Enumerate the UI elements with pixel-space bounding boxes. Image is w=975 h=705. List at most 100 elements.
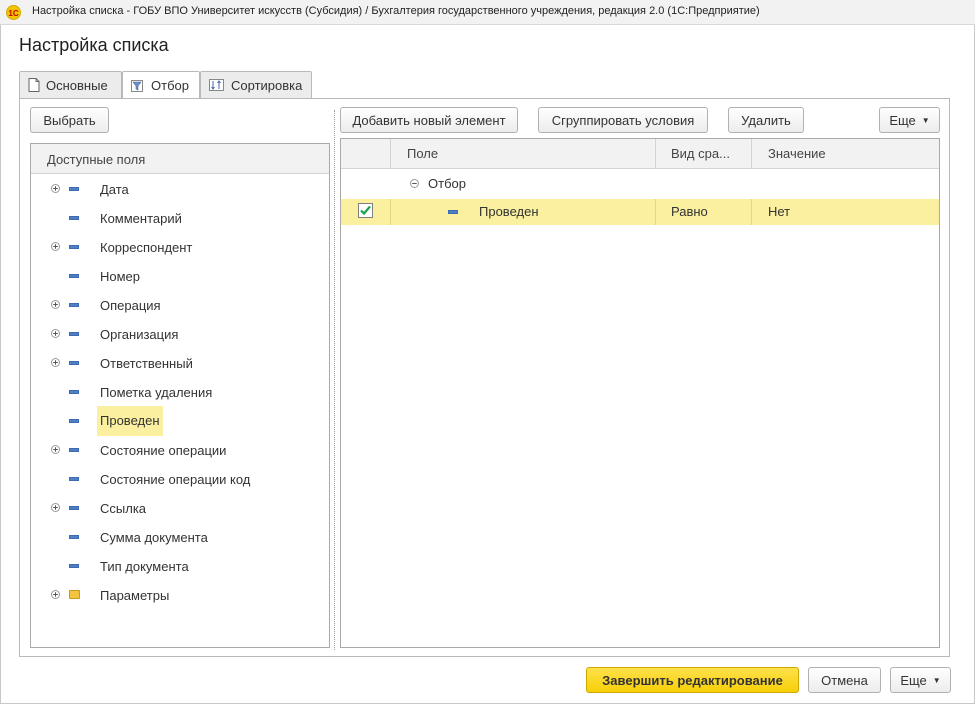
list-item-label: Параметры [100,588,170,603]
list-item-label: Ответственный [100,356,193,371]
list-item[interactable]: Ответственный [31,349,329,378]
available-fields-list[interactable]: Доступные поля Дата Комментарий Корреспонд… [30,143,330,648]
field-icon [69,361,79,365]
list-item[interactable]: Корреспондент [31,233,329,262]
expand-icon[interactable] [51,445,60,454]
expand-icon[interactable] [51,184,60,193]
list-item-label: Сумма документа [100,530,208,545]
field-icon [69,187,79,191]
list-item[interactable]: Ссылка [31,494,329,523]
list-item[interactable]: Проведен [31,406,329,436]
folder-icon [69,590,80,599]
row-value[interactable]: Нет [768,204,790,219]
filter-table-header: Поле Вид сра... Значение [341,139,939,169]
list-item[interactable]: Состояние операции код [31,465,329,494]
field-icon [69,245,79,249]
expand-icon[interactable] [51,590,60,599]
list-item[interactable]: Сумма документа [31,523,329,552]
select-button[interactable]: Выбрать [30,107,109,133]
list-item[interactable]: Пометка удаления [31,378,329,407]
list-item-label: Тип документа [100,559,189,574]
footer-more-label: Еще [900,672,927,688]
column-header-comparison[interactable]: Вид сра... [671,146,730,161]
collapse-icon[interactable] [410,179,419,188]
add-element-button[interactable]: Добавить новый элемент [340,107,518,133]
field-icon [69,216,79,220]
expand-icon[interactable] [51,300,60,309]
finish-editing-button[interactable]: Завершить редактирование [586,667,799,693]
row-checkbox[interactable] [358,203,373,218]
list-item-label: Операция [100,298,161,313]
filter-group-label: Отбор [428,176,466,191]
window-title: Настройка списка - ГОБУ ВПО Университет … [32,5,760,17]
tab-filter[interactable]: Отбор [122,71,200,99]
document-icon [28,78,40,92]
tab-sort-label: Сортировка [231,77,303,93]
more-button[interactable]: Еще ▼ [879,107,940,133]
column-separator [655,139,656,168]
tab-sort[interactable]: Сортировка [200,71,312,98]
form-title: Настройка списка [19,35,169,55]
tab-filter-label: Отбор [151,78,189,93]
more-button-label: Еще [889,112,916,128]
sort-icon [209,79,224,91]
field-icon [69,274,79,278]
app-logo-icon: 1C [6,5,21,20]
available-fields-header-label: Доступные поля [47,152,146,167]
list-item-label: Номер [100,269,141,284]
field-icon [448,210,458,214]
column-header-field[interactable]: Поле [407,146,438,161]
list-item[interactable]: Организация [31,320,329,349]
column-separator [390,139,391,168]
cell-separator [390,199,391,225]
field-icon [69,506,79,510]
list-item-label: Дата [100,182,129,197]
filter-table[interactable]: Поле Вид сра... Значение Отбор Проведен … [340,138,940,648]
list-item[interactable]: Состояние операции [31,436,329,465]
field-icon [69,332,79,336]
chevron-down-icon: ▼ [921,115,930,125]
panel-splitter[interactable] [334,110,336,650]
field-icon [69,419,79,423]
row-comparison[interactable]: Равно [671,204,708,219]
list-item[interactable]: Операция [31,291,329,320]
list-item-label: Комментарий [100,211,182,226]
tab-main[interactable]: Основные [19,71,122,98]
cancel-button[interactable]: Отмена [808,667,881,693]
expand-icon[interactable] [51,358,60,367]
list-item-label: Корреспондент [100,240,193,255]
field-icon [69,303,79,307]
row-field: Проведен [479,204,539,219]
list-item-label: Проведен [97,406,163,436]
delete-button[interactable]: Удалить [728,107,804,133]
filter-icon [131,79,143,92]
list-item[interactable]: Дата [31,175,329,204]
footer-more-button[interactable]: Еще ▼ [890,667,951,693]
list-item-label: Пометка удаления [100,385,213,400]
group-conditions-button[interactable]: Сгруппировать условия [538,107,708,133]
field-icon [69,390,79,394]
list-item[interactable]: Тип документа [31,552,329,581]
list-item-label: Состояние операции [100,443,227,458]
tab-main-label: Основные [46,77,108,93]
expand-icon[interactable] [51,329,60,338]
list-item[interactable]: Параметры [31,581,329,610]
title-bar: 1C Настройка списка - ГОБУ ВПО Университ… [0,0,975,25]
column-header-value[interactable]: Значение [768,146,826,161]
list-item-label: Ссылка [100,501,147,516]
column-separator [751,139,752,168]
expand-icon[interactable] [51,503,60,512]
expand-icon[interactable] [51,242,60,251]
field-icon [69,564,79,568]
checkmark-icon [360,205,371,216]
table-row[interactable]: Проведен Равно Нет [341,199,939,225]
available-fields-header: Доступные поля [31,144,329,174]
list-item-label: Состояние операции код [100,472,251,487]
field-icon [69,448,79,452]
list-item[interactable]: Номер [31,262,329,291]
list-item[interactable]: Комментарий [31,204,329,233]
cell-separator [655,199,656,225]
field-icon [69,535,79,539]
cell-separator [751,199,752,225]
filter-group-row[interactable]: Отбор [341,169,939,198]
